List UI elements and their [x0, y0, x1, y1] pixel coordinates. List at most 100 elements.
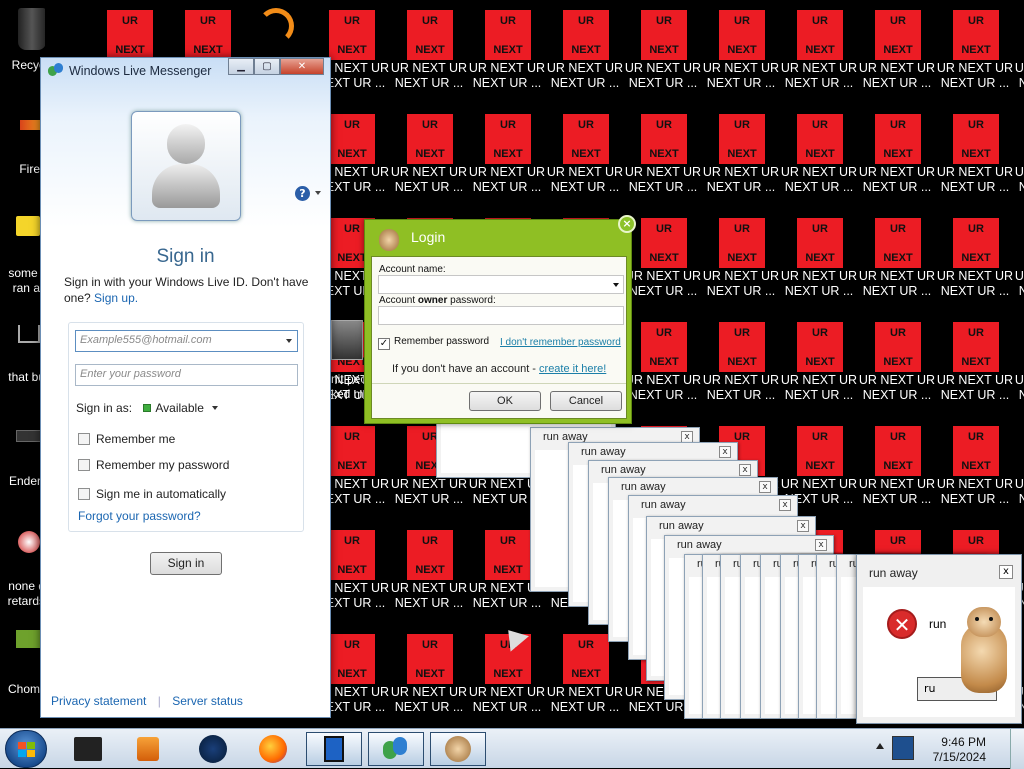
login-dialog[interactable]: Login × Account name: Account owner pass… [364, 215, 636, 424]
desktop-icon-ur-next[interactable]: URNEXTUR NEXT URNEXT UR ... [936, 108, 1014, 208]
password-field[interactable]: Enter your password [75, 364, 298, 386]
desktop-icon-4[interactable]: that bu [0, 315, 45, 395]
chevron-down-icon[interactable] [212, 406, 219, 410]
forgot-password-link[interactable]: Forgot your password? [78, 509, 201, 523]
desktop-icon-ur-next[interactable]: URNEXTUR NEXT URNEXT UR ... [390, 524, 468, 624]
server-status-link[interactable]: Server status [172, 694, 243, 708]
sign-up-link[interactable]: Sign up. [94, 291, 138, 305]
desktop-icon-ur-next[interactable]: URNEXTUR NEXT URNEXT UR ... [1014, 316, 1024, 416]
desktop-icon-3[interactable]: some r ran a [0, 210, 45, 300]
desktop-icon-ur-next[interactable]: URNEXTUR NEXT URNEXT UR ... [468, 4, 546, 104]
close-icon[interactable]: x [797, 520, 809, 532]
network-icon[interactable] [892, 736, 914, 760]
close-icon[interactable]: x [719, 446, 731, 458]
desktop-icon-ur-next[interactable]: URNEXTUR NEXT URNEXT UR ... [390, 4, 468, 104]
desktop-icon-ur-next[interactable]: URNEXTUR NEXT URNEXT UR ... [780, 4, 858, 104]
password-input[interactable] [378, 306, 624, 325]
chevron-down-icon[interactable] [613, 283, 619, 287]
chevron-down-icon[interactable] [315, 191, 321, 195]
desktop-icon-ur-next[interactable]: URNEXTUR NEXT URNEXT UR ... [936, 212, 1014, 312]
desktop-icon-6[interactable]: none d retards [0, 523, 45, 613]
desktop-icon-ur-next[interactable]: URNEXTUR NEXT URNEXT UR ... [780, 212, 858, 312]
desktop-icon-ur-next[interactable]: URNEXTUR NEXT URNEXT UR ... [546, 4, 624, 104]
ok-button[interactable]: OK [469, 391, 541, 411]
desktop-icon-ur-next[interactable]: URNEXTUR NEXT URNEXT UR ... [702, 4, 780, 104]
close-icon[interactable]: × [618, 215, 636, 233]
run-away-dialog[interactable]: run away x ✕ run ru [856, 554, 1022, 724]
desktop-icon-ur-next[interactable]: URNEXTUR NEXT URNEXT UR ... [1014, 420, 1024, 520]
status-dropdown[interactable]: Available [155, 401, 203, 415]
help-icon[interactable]: ? [295, 186, 310, 201]
close-icon[interactable]: x [759, 481, 771, 493]
forgot-password-link[interactable]: I don't remember password [500, 337, 621, 348]
desktop-icon-7[interactable]: Chom [0, 628, 45, 708]
cancel-button[interactable]: Cancel [550, 391, 622, 411]
create-account-link[interactable]: create it here! [539, 363, 606, 375]
desktop-icon-ur-next[interactable]: URNEXTUR NEXT URNEXT UR ... [624, 316, 702, 416]
desktop-icon-ur-next[interactable]: URNEXTUR NEXT URNEXT UR ... [936, 4, 1014, 104]
account-name-input[interactable] [378, 275, 624, 294]
desktop-icon-5[interactable]: Enderr [0, 420, 45, 500]
minimize-button[interactable]: ▁ [228, 58, 254, 75]
close-icon[interactable]: x [779, 499, 791, 511]
close-icon[interactable]: x [815, 539, 827, 551]
show-desktop-button[interactable] [1010, 729, 1024, 769]
desktop-icon-ur-next[interactable]: URNEXTUR NEXT URNEXT UR ... [1014, 212, 1024, 312]
desktop-icon-ur-next[interactable]: URNEXTUR NEXT URNEXT UR ... [1014, 108, 1024, 208]
sign-in-button[interactable]: Sign in [150, 552, 222, 575]
taskbar-app-3[interactable] [185, 732, 241, 766]
chevron-down-icon[interactable] [286, 339, 292, 343]
desktop-icon-ur-next[interactable]: URNEXTUR NEXT URNEXT UR ... [858, 420, 936, 520]
email-field[interactable]: Example555@hotmail.com [75, 330, 298, 352]
close-icon[interactable]: x [739, 464, 751, 476]
desktop-icon-ur-next[interactable]: URNEXTUR NEXT URNEXT UR ... [780, 316, 858, 416]
taskbar-firefox[interactable] [245, 732, 301, 766]
desktop-icon-recycle-bin[interactable]: Recyc [0, 0, 45, 80]
close-button[interactable]: ✕ [280, 58, 324, 75]
desktop-icon-ur-next[interactable]: URNEXTUR NEXT URNEXT UR ... [858, 4, 936, 104]
clock[interactable]: 9:46 PM 7/15/2024 [933, 735, 986, 765]
desktop-icon-ur-next[interactable]: URNEXTUR NEXT URNEXT UR ... [624, 108, 702, 208]
taskbar-app-1[interactable] [60, 732, 116, 766]
maximize-button[interactable]: ▢ [254, 58, 280, 75]
start-button[interactable] [5, 730, 47, 768]
desktop-icon-ur-next[interactable]: URNEXTUR NEXT URNEXT UR ... [624, 4, 702, 104]
desktop-icon-ur-next[interactable]: URNEXTUR NEXT URNEXT UR ... [546, 628, 624, 728]
checkbox-box[interactable] [78, 433, 90, 445]
chevron-up-icon[interactable] [876, 743, 884, 749]
taskbar-messenger[interactable] [368, 732, 424, 766]
desktop-icon-ur-next[interactable]: URNEXTUR NEXT URNEXT UR ... [546, 108, 624, 208]
avatar[interactable] [131, 111, 241, 221]
desktop-icon-ur-next[interactable]: URNEXTUR NEXT URNEXT UR ... [780, 108, 858, 208]
checkbox-box[interactable] [78, 488, 90, 500]
desktop-icon-ur-next[interactable]: URNEXTUR NEXT URNEXT UR ... [936, 420, 1014, 520]
desktop-icon-ur-next[interactable]: URNEXTUR NEXT URNEXT UR ... [1014, 4, 1024, 104]
close-icon[interactable]: x [999, 565, 1013, 579]
remember-password-checkbox[interactable]: Remember my password [78, 458, 229, 472]
desktop-icon-ur-next[interactable]: URNEXTUR NEXT URNEXT UR ... [468, 108, 546, 208]
remember-password-checkbox[interactable]: ✓ Remember password [378, 336, 489, 350]
checkbox-box[interactable] [78, 459, 90, 471]
desktop-icon-ur-next[interactable]: URNEXTUR NEXT URNEXT UR ... [858, 316, 936, 416]
taskbar-app-5[interactable] [306, 732, 362, 766]
remember-me-checkbox[interactable]: Remember me [78, 432, 175, 446]
taskbar-media-player[interactable] [120, 732, 176, 766]
desktop-icon-ur-next[interactable]: URNEXTUR NEXT URNEXT UR ... [858, 108, 936, 208]
desktop-icon-ur-next[interactable]: URNEXTUR NEXT URNEXT UR ... [702, 212, 780, 312]
tile-text-top: UR [344, 119, 360, 131]
loading-ring-icon[interactable] [258, 8, 294, 44]
desktop-icon-ur-next[interactable]: URNEXTUR NEXT URNEXT UR ... [936, 316, 1014, 416]
desktop-icon-ur-next[interactable]: URNEXTUR NEXT URNEXT UR ... [390, 108, 468, 208]
privacy-statement-link[interactable]: Privacy statement [51, 694, 146, 708]
sign-in-automatically-checkbox[interactable]: Sign me in automatically [78, 487, 226, 501]
desktop-icon-ur-next[interactable]: URNEXTUR NEXT URNEXT UR ... [702, 108, 780, 208]
desktop-icon-ur-next[interactable]: URNEXTUR NEXT URNEXT UR ... [858, 212, 936, 312]
desktop-icon-ur-next[interactable]: URNEXTUR NEXT URNEXT UR ... [624, 212, 702, 312]
taskbar-hamster[interactable] [430, 732, 486, 766]
check-icon[interactable]: ✓ [378, 338, 390, 350]
windows-live-messenger-window[interactable]: Windows Live Messenger ▁ ▢ ✕ ? Sign in S… [40, 57, 331, 718]
desktop-icon-ur-next[interactable]: URNEXTUR NEXT URNEXT UR ... [702, 316, 780, 416]
title-bar[interactable]: Windows Live Messenger ▁ ▢ ✕ [41, 58, 330, 82]
desktop-icon-firefox-partial[interactable]: Fire [0, 110, 45, 180]
desktop-icon-ur-next[interactable]: URNEXTUR NEXT URNEXT UR ... [390, 628, 468, 728]
